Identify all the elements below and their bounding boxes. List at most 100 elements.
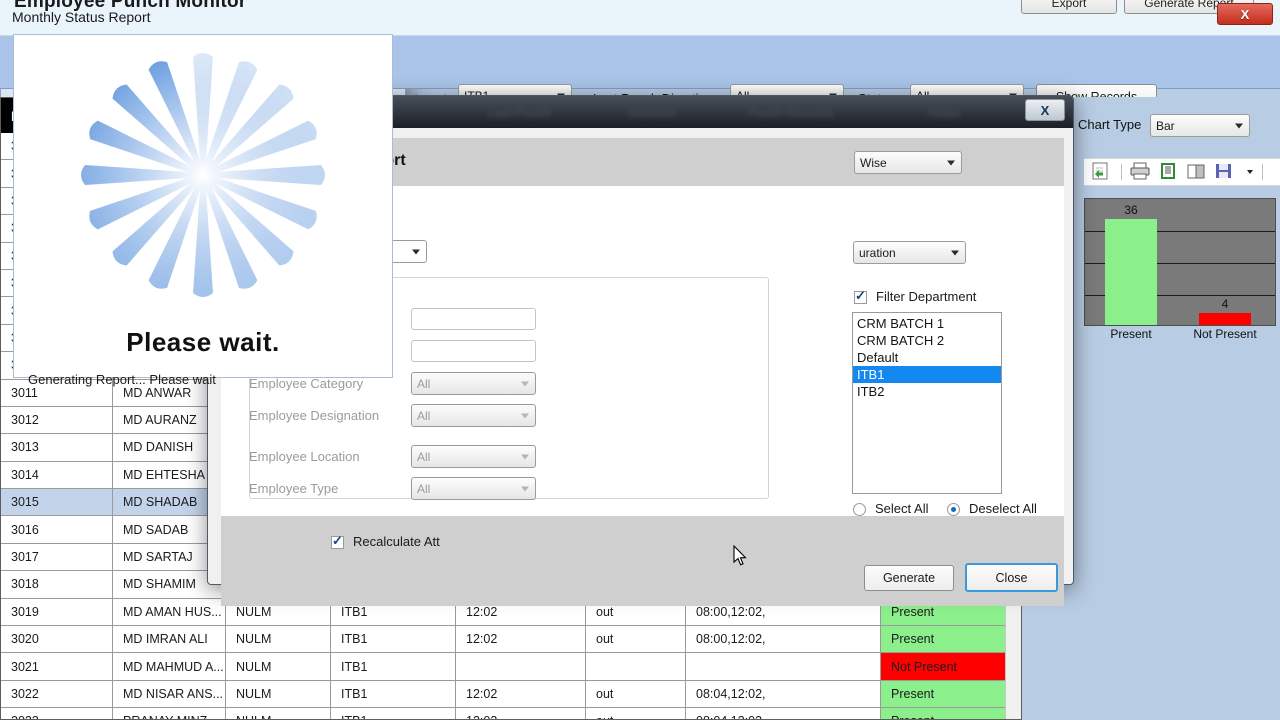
employee-field-input[interactable] (411, 308, 536, 330)
spinner-blade (112, 84, 205, 177)
grid-cell-company: NULM (226, 680, 331, 708)
department-list-item[interactable]: ITB1 (853, 366, 1001, 383)
print-icon[interactable] (1129, 161, 1153, 183)
grid-cell-code: 3017 (1, 543, 113, 571)
wait-status-text: Generating Report... Please wait (28, 372, 216, 387)
select-all-label: Select All (875, 501, 929, 516)
grid-cell-records: 08:04,12:02, (686, 708, 881, 719)
grid-cell-department: ITB1 (331, 708, 456, 719)
recalculate-label: Recalculate Att (353, 534, 440, 549)
grid-cell-name: PRANAY MINZ (113, 708, 226, 719)
employee-field-value: All (417, 449, 431, 464)
grid-cell-code: 3015 (1, 489, 113, 516)
table-row[interactable]: 3020 MD IMRAN ALI NULM ITB1 12:02 out 08:00,12… (1, 626, 1021, 654)
grid-cell-company: NULM (226, 626, 331, 653)
spinner-blade (112, 173, 205, 266)
table-row[interactable]: 3023PRANAY MINZNULMITB112:02out08:04,12:… (1, 708, 1021, 719)
wait-dialog-title: Monthly Status Report (12, 9, 151, 25)
department-listbox[interactable]: CRM BATCH 1 CRM BATCH 2 Default ITB1 ITB2 (852, 312, 1002, 494)
msr-close-icon[interactable]: X (1025, 99, 1065, 121)
chevron-down-icon (521, 454, 529, 459)
chart-bar-value: 4 (1221, 297, 1229, 312)
chevron-down-icon (412, 249, 420, 254)
department-list-item[interactable]: Default (853, 349, 1001, 366)
background-tab: Direction (628, 106, 678, 120)
table-row[interactable]: 3022 MD NISAR ANS... NULM ITB1 12:02 out 08:04… (1, 680, 1021, 709)
grid-cell-code: 3022 (1, 680, 113, 708)
deselect-all-radio[interactable] (947, 503, 960, 516)
grid-cell-code: 3020 (1, 626, 113, 653)
duration-select[interactable]: uration (853, 241, 966, 264)
chart-x-label: Not Present (1193, 327, 1257, 341)
background-tab: Notes (928, 106, 961, 120)
grid-cell-status: Present (881, 680, 1006, 708)
chevron-down-icon (521, 486, 529, 491)
table-row[interactable]: 3021 MD MAHMUD A... NULM ITB1 Not Present (1, 653, 1021, 681)
chart-type-select[interactable]: Bar (1150, 114, 1250, 137)
generate-button[interactable]: Generate (864, 565, 954, 591)
grid-cell-code: 3016 (1, 516, 113, 543)
save-icon[interactable] (1213, 161, 1237, 183)
grid-cell-status: Not Present (881, 653, 1006, 680)
wait-heading: Please wait. (126, 327, 280, 357)
employee-field-value: All (417, 376, 431, 391)
grid-cell-name: MD IMRAN ALI (113, 626, 226, 653)
grid-cell-code: 3014 (1, 461, 113, 489)
duration-value: uration (859, 245, 896, 260)
grid-cell-direction: out (586, 680, 686, 708)
employee-field-value: All (417, 408, 431, 423)
employee-field-label: Employee Location (249, 449, 360, 464)
wait-titlebar[interactable]: Monthly Status Report X (0, 0, 1280, 34)
grid-cell-last_punch: 12:02 (456, 626, 586, 653)
spinner-blade (201, 173, 294, 266)
department-list-item[interactable]: CRM BATCH 1 (853, 315, 1001, 332)
background-tabs: DashboardLast PunchDirectionPunch Record… (328, 104, 1048, 124)
report-mode-value: Wise (860, 155, 887, 170)
grid-cell-status: Present (881, 708, 1006, 719)
employee-field-label: Employee Type (249, 481, 339, 496)
grid-cell-name: MD AMAN HUS... (113, 598, 226, 626)
grid-cell-code: 3013 (1, 434, 113, 461)
employee-field-input[interactable] (411, 340, 536, 362)
chevron-down-icon (951, 250, 959, 255)
grid-cell-department: ITB1 (331, 680, 456, 708)
chart-bar: 36 (1105, 203, 1157, 325)
grid-cell-records: 08:04,12:02, (686, 680, 881, 708)
select-all-radio[interactable] (853, 503, 866, 516)
refresh-icon[interactable] (1090, 161, 1114, 183)
recalculate-checkbox[interactable] (331, 533, 344, 549)
grid-cell-last_punch: 12:02 (456, 680, 586, 708)
chart-bar: 4 (1199, 297, 1251, 325)
department-list-item[interactable]: ITB2 (853, 383, 1001, 400)
save-dropdown-icon[interactable] (1245, 161, 1255, 183)
grid-cell-records (686, 653, 881, 680)
chevron-down-icon (521, 381, 529, 386)
employee-field-select[interactable]: All (411, 445, 536, 468)
please-wait-dialog[interactable]: Monthly Status Report X Please wait. Gen… (0, 0, 1273, 392)
department-list-item[interactable]: CRM BATCH 2 (853, 332, 1001, 349)
filter-department-checkbox[interactable] (854, 288, 867, 304)
background-tab: Last Punch (488, 106, 551, 120)
chevron-down-icon (521, 413, 529, 418)
toolbar-separator (1262, 164, 1263, 180)
chart-toolbar[interactable] (1084, 158, 1280, 186)
filter-department-label: Filter Department (876, 289, 977, 304)
background-tab: Punch Records (748, 106, 834, 120)
employee-field-value: All (417, 481, 431, 496)
grid-cell-direction: out (586, 626, 686, 653)
copy-icon[interactable] (1157, 161, 1181, 183)
mouse-cursor-icon (733, 545, 747, 566)
employee-field-select[interactable]: All (411, 477, 536, 500)
grid-cell-direction (586, 653, 686, 680)
chart-x-label: Present (1110, 327, 1152, 341)
wait-content: Please wait. Generating Report... Please… (13, 34, 393, 387)
close-button[interactable]: Close (965, 563, 1058, 592)
report-mode-select[interactable]: Wise (854, 151, 962, 174)
wait-close-icon[interactable]: X (1217, 3, 1273, 25)
employee-field-select[interactable]: All (411, 372, 536, 395)
chart-type-value: Bar (1156, 118, 1175, 133)
employee-field-select[interactable]: All (411, 404, 536, 427)
book-icon[interactable] (1185, 161, 1209, 183)
grid-cell-company: NULM (226, 708, 331, 719)
grid-cell-name: MD MAHMUD A... (113, 653, 226, 680)
